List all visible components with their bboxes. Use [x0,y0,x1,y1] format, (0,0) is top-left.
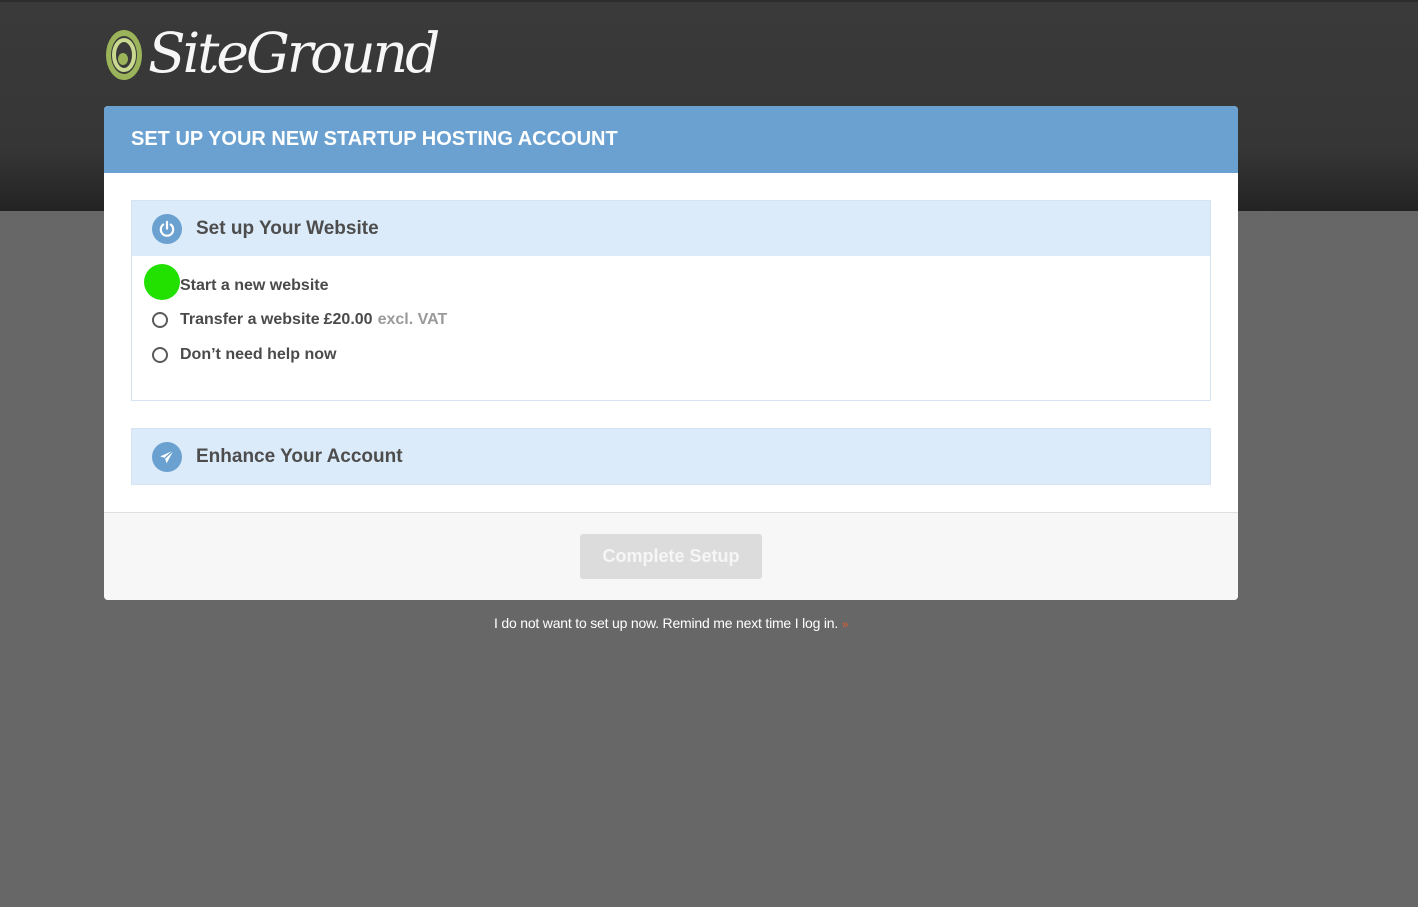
option-label: Don’t need help now [180,346,337,363]
setup-website-header: Set up Your Website [132,201,1210,256]
option-label: Transfer a website [180,311,320,328]
radio-dont-need-help[interactable] [152,347,168,363]
enhance-account-title: Enhance Your Account [196,445,403,467]
option-transfer-website[interactable]: Transfer a website £20.00 excl. VAT [152,311,447,329]
enhance-account-section[interactable]: Enhance Your Account [131,428,1211,485]
card-footer: Complete Setup [104,512,1238,600]
siteground-logo[interactable]: SiteGround [104,21,440,85]
radio-transfer-website[interactable] [152,312,168,328]
option-dont-need-help[interactable]: Don’t need help now [152,346,336,364]
remind-later-link[interactable]: I do not want to set up now. Remind me n… [0,615,1342,631]
card-title: SET UP YOUR NEW STARTUP HOSTING ACCOUNT [131,128,618,150]
option-label: Start a new website [180,277,329,294]
brand-name: SiteGround [148,21,440,85]
enhance-account-header[interactable]: Enhance Your Account [132,429,1210,484]
vat-note: excl. VAT [377,311,448,328]
complete-setup-button[interactable]: Complete Setup [580,534,762,579]
siteground-logo-icon [106,30,142,80]
setup-card: SET UP YOUR NEW STARTUP HOSTING ACCOUNT … [104,106,1238,600]
paper-plane-icon [152,441,182,472]
double-chevron-right-icon: » [842,619,848,631]
selection-marker [144,264,180,300]
power-icon [152,213,182,244]
transfer-price: £20.00 [323,311,373,328]
setup-website-title: Set up Your Website [196,217,379,239]
setup-website-section: Set up Your Website Start a new website … [131,200,1211,401]
card-header: SET UP YOUR NEW STARTUP HOSTING ACCOUNT [104,106,1238,173]
remind-later-text: I do not want to set up now. Remind me n… [494,615,839,631]
